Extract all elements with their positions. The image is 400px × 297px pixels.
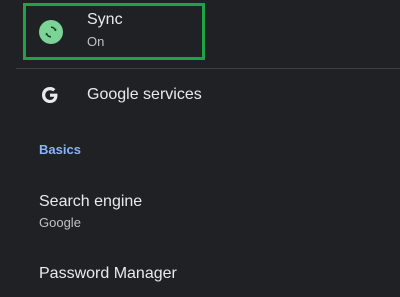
section-header-basics: Basics	[39, 142, 81, 157]
search-engine-title: Search engine	[39, 193, 143, 210]
google-g-icon	[40, 85, 60, 105]
divider	[16, 68, 400, 69]
google-services-row[interactable]: Google services	[0, 70, 400, 122]
sync-title: Sync	[87, 11, 123, 28]
search-engine-value: Google	[39, 215, 81, 230]
sync-icon	[39, 20, 63, 44]
sync-row[interactable]: Sync On	[0, 0, 400, 68]
google-services-label: Google services	[87, 86, 202, 103]
password-manager-title: Password Manager	[39, 265, 177, 282]
password-manager-row[interactable]: Password Manager	[0, 252, 400, 297]
sync-status: On	[87, 34, 105, 49]
search-engine-row[interactable]: Search engine Google	[0, 180, 400, 240]
